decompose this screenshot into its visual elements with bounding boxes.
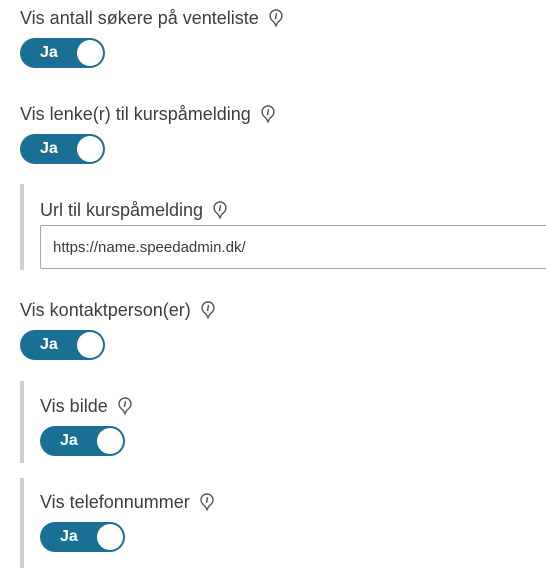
- contact-person-toggle[interactable]: Ja: [20, 330, 105, 360]
- contact-person-toggle-text: Ja: [40, 336, 58, 353]
- info-icon[interactable]: [261, 105, 275, 124]
- setting-waitlist: Vis antall søkere på venteliste: [20, 7, 283, 29]
- setting-signup-links: Vis lenke(r) til kurspåmelding: [20, 103, 275, 125]
- toggle-knob: [77, 136, 103, 162]
- setting-show-phone-label: Vis telefonnummer: [40, 492, 190, 512]
- sub-section-border: [20, 184, 24, 270]
- toggle-knob: [77, 40, 103, 66]
- info-icon[interactable]: [118, 397, 132, 416]
- show-phone-toggle-text: Ja: [60, 528, 78, 545]
- setting-show-image: Vis bilde: [40, 395, 132, 417]
- info-icon[interactable]: [213, 201, 227, 220]
- toggle-knob: [77, 332, 103, 358]
- signup-links-toggle-text: Ja: [40, 140, 58, 157]
- show-phone-toggle[interactable]: Ja: [40, 522, 125, 552]
- waitlist-toggle[interactable]: Ja: [20, 38, 105, 68]
- show-image-toggle-text: Ja: [60, 432, 78, 449]
- toggle-knob: [97, 428, 123, 454]
- sub-section-border: [20, 478, 24, 568]
- setting-signup-links-label: Vis lenke(r) til kurspåmelding: [20, 104, 251, 124]
- sub-section-border: [20, 381, 24, 463]
- info-icon[interactable]: [201, 301, 215, 320]
- setting-contact-person: Vis kontaktperson(er): [20, 299, 215, 321]
- setting-show-image-label: Vis bilde: [40, 396, 108, 416]
- setting-show-phone: Vis telefonnummer: [40, 491, 214, 513]
- signup-links-toggle[interactable]: Ja: [20, 134, 105, 164]
- setting-signup-url: Url til kurspåmelding: [40, 199, 227, 221]
- show-image-toggle[interactable]: Ja: [40, 426, 125, 456]
- toggle-knob: [97, 524, 123, 550]
- setting-contact-person-label: Vis kontaktperson(er): [20, 300, 191, 320]
- setting-waitlist-label: Vis antall søkere på venteliste: [20, 8, 259, 28]
- info-icon[interactable]: [200, 493, 214, 512]
- waitlist-toggle-text: Ja: [40, 44, 58, 61]
- setting-signup-url-label: Url til kurspåmelding: [40, 200, 204, 220]
- info-icon[interactable]: [269, 9, 283, 28]
- signup-url-input[interactable]: [40, 225, 546, 269]
